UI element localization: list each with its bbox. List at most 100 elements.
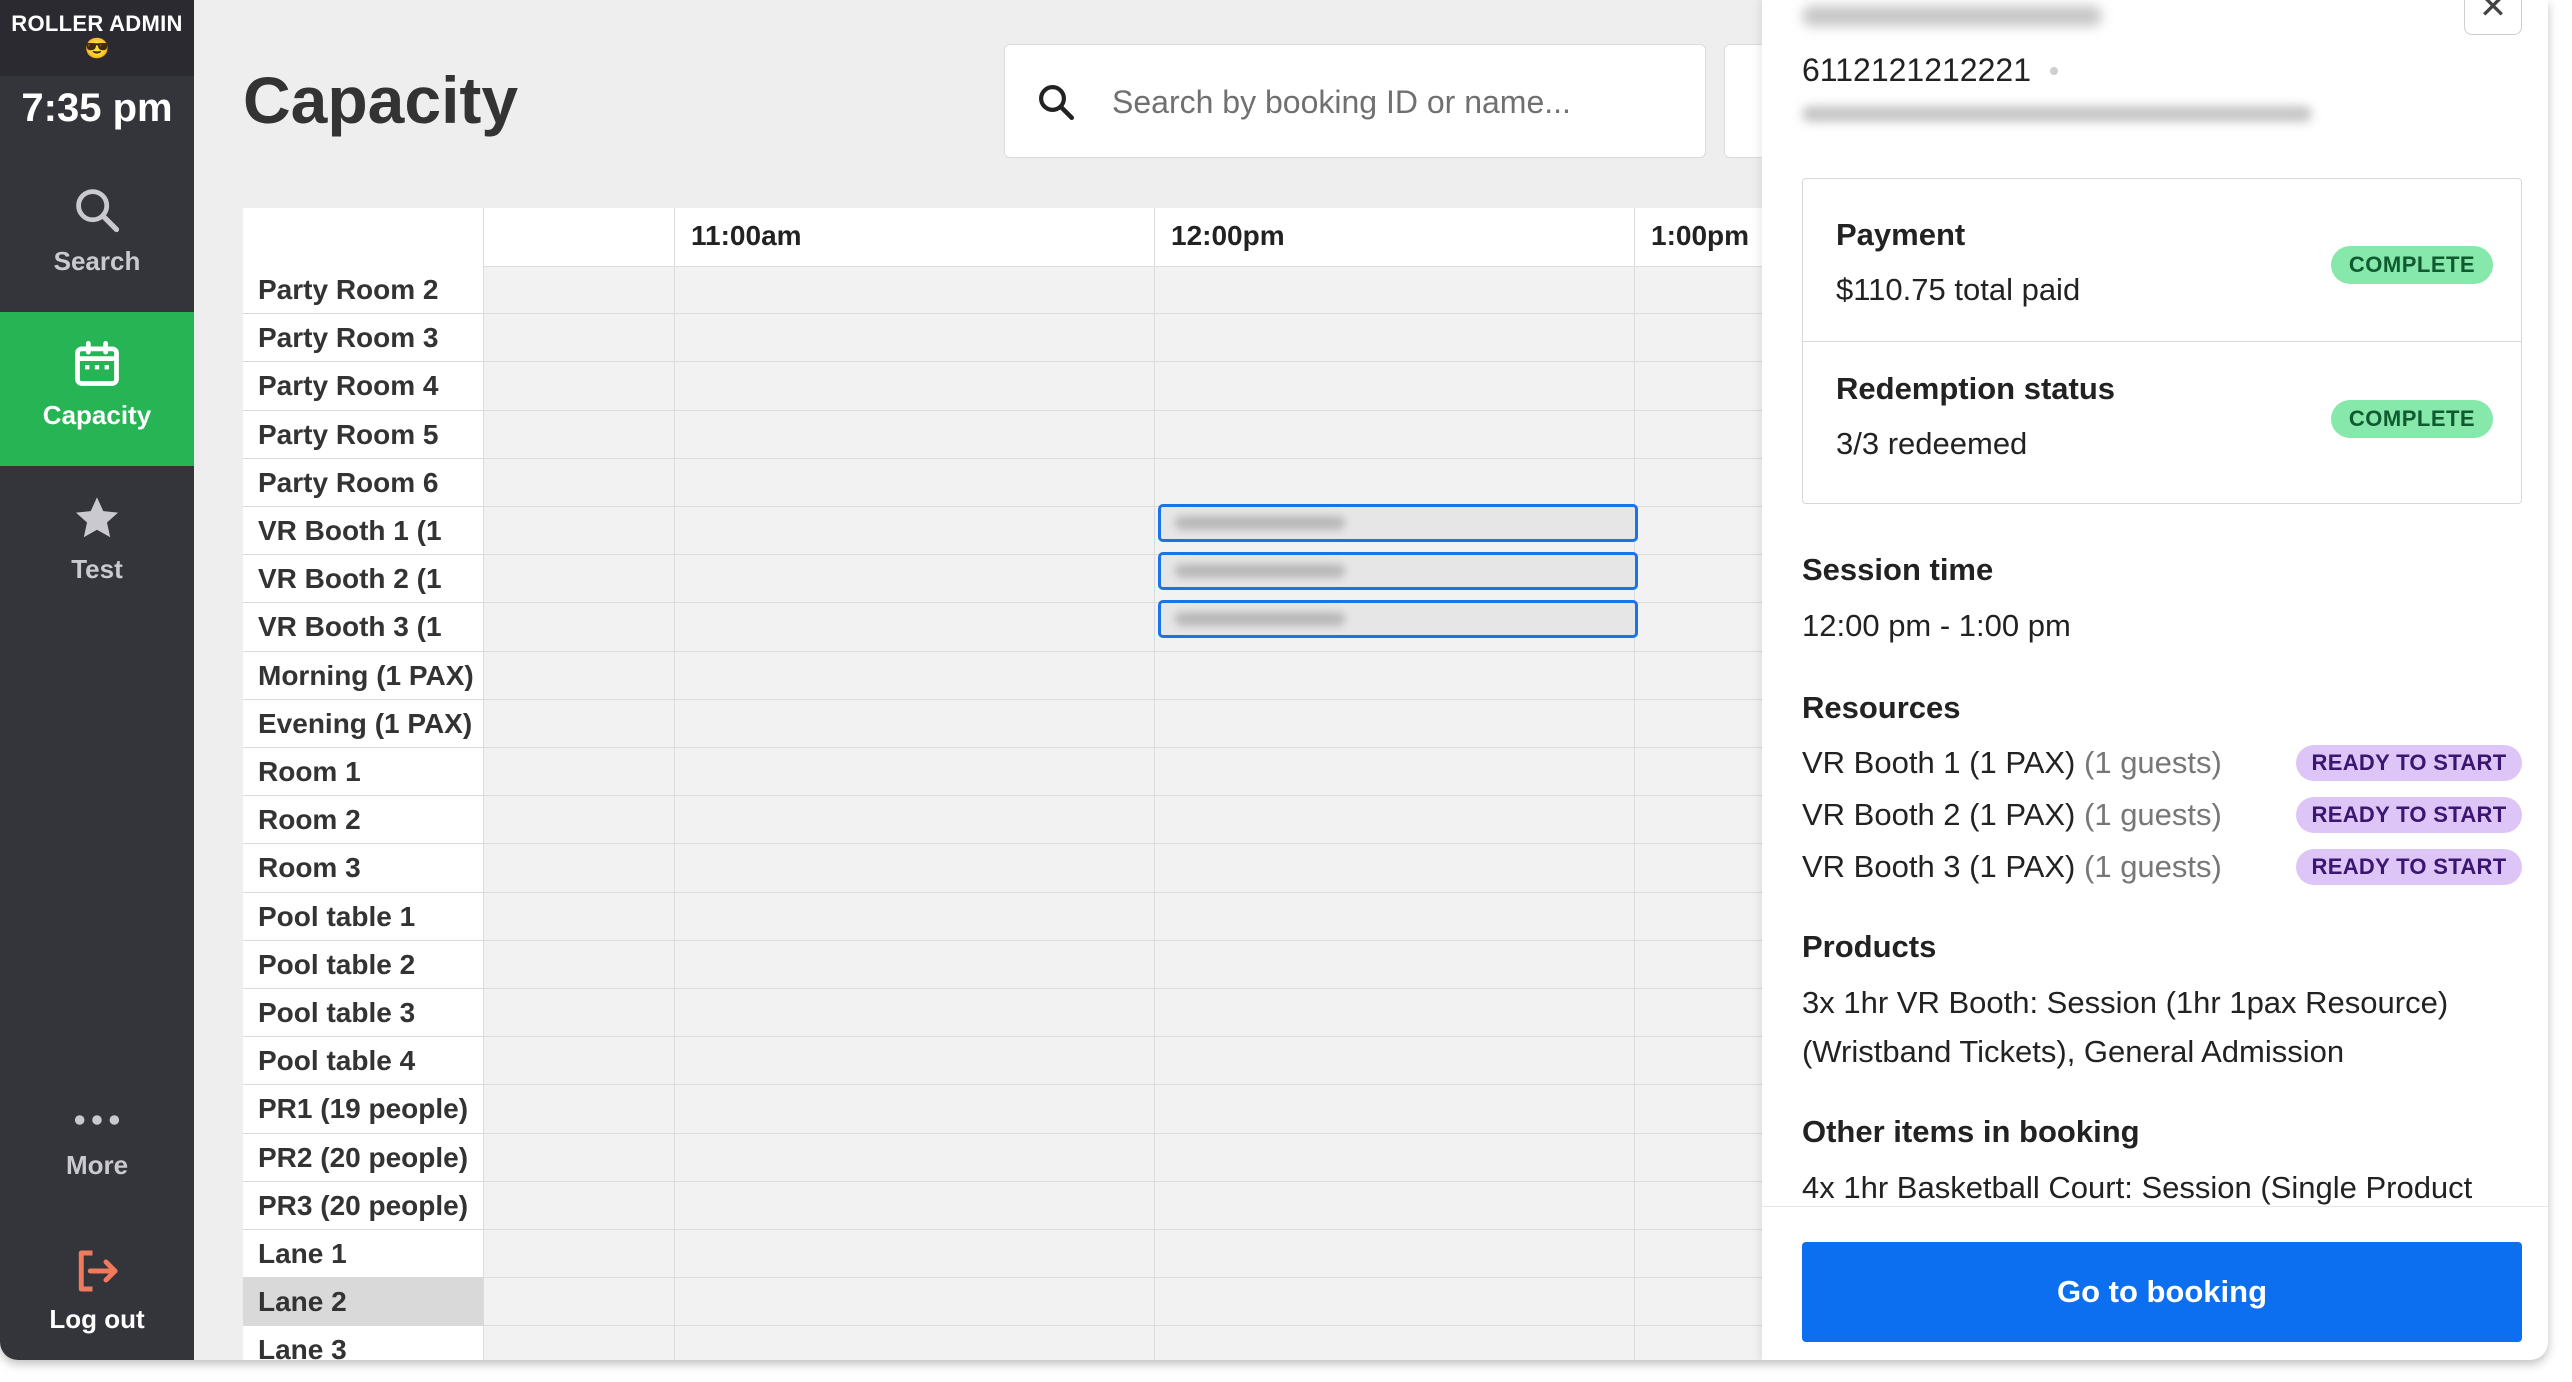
resource-row-label[interactable]: Pool table 1 [243, 893, 483, 941]
row-divider [483, 892, 1803, 893]
resource-item: VR Booth 1 (1 PAX) (1 guests) [1802, 745, 2222, 781]
products-line: 3x 1hr VR Booth: Session (1hr 1pax Resou… [1802, 985, 2449, 1020]
resource-row-label[interactable]: VR Booth 2 (1 [243, 555, 483, 603]
status-cards: Payment $110.75 total paid COMPLETE Rede… [1802, 178, 2522, 504]
resource-row-label[interactable]: Room 3 [243, 844, 483, 893]
booking-panel: ✕ 6112121212221 Payment $110.75 total pa… [1762, 0, 2548, 1360]
app-window: ROLLER ADMIN 😎 7:35 pm Search Capacity T… [0, 0, 2548, 1360]
resource-row-label[interactable]: Lane 1 [243, 1230, 483, 1278]
star-icon [75, 497, 119, 538]
nav-search[interactable]: Search [0, 170, 194, 324]
resource-row-label[interactable]: Room 2 [243, 796, 483, 844]
redemption-value: 3/3 redeemed [1836, 426, 2028, 461]
divider [1762, 1206, 2548, 1207]
logout-icon [78, 1250, 118, 1292]
calendar-icon [75, 341, 119, 386]
separator-dot [2050, 67, 2058, 75]
resource-row-label[interactable]: VR Booth 1 (1 [243, 507, 483, 555]
time-header: 11:00am 12:00pm 1:00pm [243, 208, 1803, 267]
resource-name: VR Booth 1 (1 PAX) [1802, 745, 2076, 780]
search-icon [1039, 85, 1075, 121]
resource-row-label[interactable]: Party Room 6 [243, 459, 483, 507]
search-input[interactable] [1110, 73, 1674, 131]
row-divider [483, 313, 1803, 314]
blurred-booking-name [1175, 564, 1345, 578]
row-divider [483, 1229, 1803, 1230]
resource-row-label[interactable]: Party Room 4 [243, 362, 483, 411]
resource-row-label[interactable]: Lane 3 [243, 1326, 483, 1360]
go-to-booking-button[interactable]: Go to booking [1802, 1242, 2522, 1342]
grid-divider [1154, 208, 1155, 1360]
resource-row-label[interactable]: VR Booth 3 (1 [243, 603, 483, 652]
row-divider [483, 940, 1803, 941]
row-divider [483, 458, 1803, 459]
time-label: 11:00am [691, 220, 802, 251]
nav-logout[interactable]: Log out [0, 1236, 194, 1360]
resource-row-label[interactable]: Party Room 3 [243, 314, 483, 362]
row-divider [483, 988, 1803, 989]
products-line: (Wristband Tickets), General Admission [1802, 1034, 2345, 1069]
resource-status-badge: READY TO START [2296, 745, 2522, 781]
search-icon [76, 189, 120, 233]
resource-row-label[interactable]: Room 1 [243, 748, 483, 796]
payment-value: $110.75 total paid [1836, 272, 2081, 307]
resource-row-label[interactable]: PR2 (20 people) [243, 1134, 483, 1182]
brand-name: ROLLER ADMIN [11, 11, 183, 36]
resource-row-label[interactable]: PR3 (20 people) [243, 1182, 483, 1230]
resource-row-label[interactable]: Pool table 4 [243, 1037, 483, 1085]
nav-test[interactable]: Test [0, 480, 194, 634]
payment-status-badge: COMPLETE [2331, 246, 2493, 284]
nav-capacity[interactable]: Capacity [0, 312, 194, 466]
resource-item: VR Booth 3 (1 PAX) (1 guests) [1802, 849, 2222, 885]
other-items-line: 4x 1hr Basketball Court: Session (Single… [1802, 1170, 2473, 1205]
search-box[interactable] [1004, 44, 1706, 158]
app-root: ROLLER ADMIN 😎 7:35 pm Search Capacity T… [0, 0, 2572, 1382]
resource-guests: (1 guests) [2084, 797, 2222, 832]
redemption-title: Redemption status [1836, 371, 2116, 406]
resource-row-label[interactable]: PR1 (19 people) [243, 1085, 483, 1134]
booking-block[interactable] [1158, 600, 1638, 638]
row-divider [483, 1277, 1803, 1278]
resource-row-label[interactable]: Pool table 3 [243, 989, 483, 1037]
row-divider [483, 1036, 1803, 1037]
session-title: Session time [1802, 552, 1994, 587]
resource-row-label[interactable]: Pool table 2 [243, 941, 483, 989]
resource-row-label[interactable]: Party Room 5 [243, 411, 483, 459]
more-dots-icon [74, 1115, 120, 1125]
blurred-customer-name [1802, 6, 2102, 26]
row-divider [483, 699, 1803, 700]
resource-guests: (1 guests) [2084, 849, 2222, 884]
nav-more[interactable]: More [0, 1090, 194, 1244]
blurred-booking-name [1175, 516, 1345, 530]
nav-test-label: Test [71, 554, 123, 584]
row-divider [483, 843, 1803, 844]
sidebar: ROLLER ADMIN 😎 7:35 pm Search Capacity T… [0, 0, 194, 1360]
row-divider [483, 1084, 1803, 1085]
booking-block[interactable] [1158, 504, 1638, 542]
divider [1803, 341, 2521, 342]
row-divider [483, 1325, 1803, 1326]
nav-search-label: Search [53, 246, 141, 276]
row-divider [483, 1181, 1803, 1182]
clock: 7:35 pm [21, 86, 173, 130]
resource-row-label[interactable]: Party Room 2 [243, 266, 483, 314]
resource-status-badge: READY TO START [2296, 797, 2522, 833]
close-button[interactable]: ✕ [2464, 0, 2522, 35]
redemption-status-badge: COMPLETE [2331, 400, 2493, 438]
time-label: 1:00pm [1651, 220, 1750, 251]
resource-row-label[interactable]: Evening (1 PAX) [243, 700, 483, 748]
resource-item: VR Booth 2 (1 PAX) (1 guests) [1802, 797, 2222, 833]
close-icon: ✕ [2478, 0, 2508, 26]
nav-logout-label: Log out [49, 1304, 145, 1334]
resource-guests: (1 guests) [2084, 745, 2222, 780]
booking-block[interactable] [1158, 552, 1638, 590]
resource-status-badge: READY TO START [2296, 849, 2522, 885]
resources-title: Resources [1802, 690, 1961, 725]
capacity-grid: 11:00am 12:00pm 1:00pm Party Room 2 Party… [243, 208, 1803, 1360]
grid-divider [483, 208, 484, 1360]
row-divider [483, 361, 1803, 362]
resource-row-label[interactable]: Morning (1 PAX) [243, 652, 483, 700]
grid-divider [674, 208, 675, 1360]
resource-row-label[interactable]: Lane 2 [243, 1278, 483, 1326]
page-title: Capacity [243, 63, 519, 137]
